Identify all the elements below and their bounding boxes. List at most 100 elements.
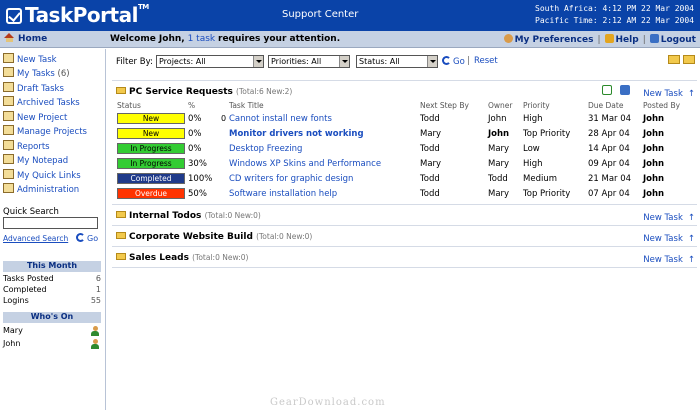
column-header-due-date[interactable]: Due Date bbox=[588, 101, 623, 110]
group-title-sales-leads[interactable]: Sales Leads (Total:0 New:0) bbox=[116, 253, 248, 263]
task-title-link[interactable]: Windows XP Skins and Performance bbox=[229, 159, 381, 169]
preferences-link[interactable]: My Preferences bbox=[503, 34, 593, 45]
whos-on-title: Who's On bbox=[30, 312, 74, 321]
home-link[interactable]: Home bbox=[4, 33, 47, 44]
sidebar-item-label: My Tasks bbox=[17, 69, 55, 79]
quick-search-input[interactable] bbox=[3, 217, 98, 229]
task-priority: High bbox=[523, 114, 543, 124]
welcome-prefix: Welcome John, bbox=[110, 34, 185, 44]
advanced-search-link[interactable]: Advanced Search bbox=[3, 234, 68, 243]
column-header-next-step[interactable]: Next Step By bbox=[420, 101, 469, 110]
new-project-icon bbox=[3, 111, 14, 121]
table-row[interactable]: New 0% 0 Cannot install new fonts Todd John Hi… bbox=[112, 112, 697, 127]
sidebar-item-my-notepad[interactable]: My Notepad bbox=[3, 154, 68, 168]
sidebar-item-reports[interactable]: Reports bbox=[3, 140, 50, 154]
help-link[interactable]: Help bbox=[604, 34, 639, 45]
sidebar-item-manage-projects[interactable]: Manage Projects bbox=[3, 125, 87, 139]
separator: | bbox=[597, 35, 601, 45]
group-name: Internal Todos bbox=[129, 211, 202, 221]
column-header-priority[interactable]: Priority bbox=[523, 101, 550, 110]
app-logo[interactable]: TaskPortalTM bbox=[6, 3, 149, 27]
table-row[interactable]: In Progress 30% Windows XP Skins and Perfo… bbox=[112, 157, 697, 172]
column-header-status[interactable]: Status bbox=[117, 101, 141, 110]
sidebar-item-label: Manage Projects bbox=[17, 127, 87, 137]
group-title-pc-service-requests[interactable]: PC Service Requests (Total:6 New:2) bbox=[116, 87, 292, 97]
group-title-internal-todos[interactable]: Internal Todos (Total:0 New:0) bbox=[116, 211, 261, 221]
new-task-link-group-2[interactable]: New Task ↑ bbox=[643, 213, 695, 223]
filter-go-button[interactable]: Go bbox=[442, 56, 465, 67]
column-header-posted-by[interactable]: Posted By bbox=[643, 101, 680, 110]
priorities-filter-value: Priorities: All bbox=[271, 57, 322, 66]
stat-value: 6 bbox=[95, 274, 101, 283]
logout-link[interactable]: Logout bbox=[649, 34, 696, 45]
collapse-folders-icon[interactable] bbox=[668, 55, 680, 64]
sidebar-item-my-tasks[interactable]: My Tasks (6) bbox=[3, 67, 70, 81]
task-title-link[interactable]: Monitor drivers not working bbox=[229, 129, 364, 139]
home-label: Home bbox=[18, 34, 48, 44]
projects-filter-select[interactable]: Projects: All bbox=[156, 55, 264, 68]
filter-reset-link[interactable]: Reset bbox=[474, 56, 498, 66]
refresh-arrow-icon bbox=[76, 233, 85, 242]
priorities-filter-select[interactable]: Priorities: All bbox=[268, 55, 350, 68]
sidebar-item-archived-tasks[interactable]: Archived Tasks bbox=[3, 96, 80, 110]
arrow-up-icon: ↑ bbox=[687, 234, 695, 244]
sidebar-item-draft-tasks[interactable]: Draft Tasks bbox=[3, 82, 64, 96]
clock-line-south-africa: South Africa: 4:12 PM 22 Mar 2004 bbox=[535, 4, 694, 13]
new-task-link-group-1[interactable]: New Task ↑ bbox=[643, 89, 695, 99]
online-user[interactable]: Mary bbox=[3, 326, 101, 336]
attention-tasks-link[interactable]: 1 task bbox=[188, 34, 216, 44]
task-title-link[interactable]: Desktop Freezing bbox=[229, 144, 302, 154]
column-header-owner[interactable]: Owner bbox=[488, 101, 513, 110]
online-user[interactable]: John bbox=[3, 339, 101, 349]
new-task-label: New Task bbox=[643, 213, 683, 223]
expand-folders-icon[interactable] bbox=[683, 55, 695, 64]
percent-complete: 0% bbox=[188, 114, 202, 124]
help-icon bbox=[604, 34, 614, 43]
group-divider bbox=[112, 267, 697, 268]
new-task-link-group-3[interactable]: New Task ↑ bbox=[643, 234, 695, 244]
table-row[interactable]: In Progress 0% Desktop Freezing Todd Mary Low… bbox=[112, 142, 697, 157]
save-icon[interactable] bbox=[620, 85, 630, 95]
task-title-link[interactable]: Software installation help bbox=[229, 189, 337, 199]
go-label: Go bbox=[87, 234, 99, 243]
new-task-label: New Task bbox=[643, 255, 683, 265]
view-toggle-icons bbox=[665, 55, 695, 67]
attachment-icon[interactable]: 0 bbox=[221, 114, 226, 123]
online-user-name: Mary bbox=[3, 326, 23, 335]
quick-search-label: Quick Search bbox=[3, 207, 59, 217]
column-header-percent[interactable]: % bbox=[188, 101, 195, 110]
task-owner: Mary bbox=[488, 159, 510, 169]
table-row[interactable]: Completed 100% CD writers for graphic desi… bbox=[112, 172, 697, 187]
user-online-icon bbox=[91, 326, 99, 336]
group-meta: (Total:0 New:0) bbox=[256, 232, 313, 241]
arrow-up-icon: ↑ bbox=[687, 89, 695, 99]
logout-icon bbox=[649, 34, 659, 43]
new-task-link-group-4[interactable]: New Task ↑ bbox=[643, 255, 695, 265]
sidebar-item-new-task[interactable]: New Task bbox=[3, 53, 57, 67]
whos-on-header: Who's On bbox=[3, 312, 101, 323]
sidebar-item-administration[interactable]: Administration bbox=[3, 183, 79, 197]
task-title-link[interactable]: Cannot install new fonts bbox=[229, 114, 332, 124]
group-title-corporate-website-build[interactable]: Corporate Website Build (Total:0 New:0) bbox=[116, 232, 312, 242]
sidebar-item-label: Reports bbox=[17, 142, 50, 152]
sidebar-item-quick-links[interactable]: My Quick Links bbox=[3, 169, 81, 183]
task-posted-by: John bbox=[643, 174, 665, 184]
export-icon[interactable] bbox=[602, 85, 612, 95]
task-title-link[interactable]: CD writers for graphic design bbox=[229, 174, 353, 184]
archived-tasks-icon bbox=[3, 96, 14, 106]
user-links: My Preferences | Help | Logout bbox=[503, 34, 696, 45]
my-tasks-icon bbox=[3, 67, 14, 77]
status-filter-select[interactable]: Status: All bbox=[356, 55, 438, 68]
status-badge: Overdue bbox=[117, 188, 185, 199]
quick-search-go-button[interactable]: Go bbox=[76, 233, 98, 243]
filter-label: Filter By: bbox=[116, 57, 153, 67]
group-divider bbox=[112, 225, 697, 226]
welcome-suffix: requires your attention. bbox=[218, 34, 341, 44]
table-row[interactable]: New 0% Monitor drivers not working Mary John… bbox=[112, 127, 697, 142]
table-row[interactable]: Overdue 50% Software installation help Todd… bbox=[112, 187, 697, 202]
sidebar-item-new-project[interactable]: New Project bbox=[3, 111, 67, 125]
column-header-task-title[interactable]: Task Title bbox=[229, 101, 264, 110]
sidebar-item-label: New Task bbox=[17, 55, 57, 65]
task-posted-by: John bbox=[643, 129, 665, 139]
timezone-clock: South Africa: 4:12 PM 22 Mar 2004 Pacifi… bbox=[535, 3, 694, 27]
